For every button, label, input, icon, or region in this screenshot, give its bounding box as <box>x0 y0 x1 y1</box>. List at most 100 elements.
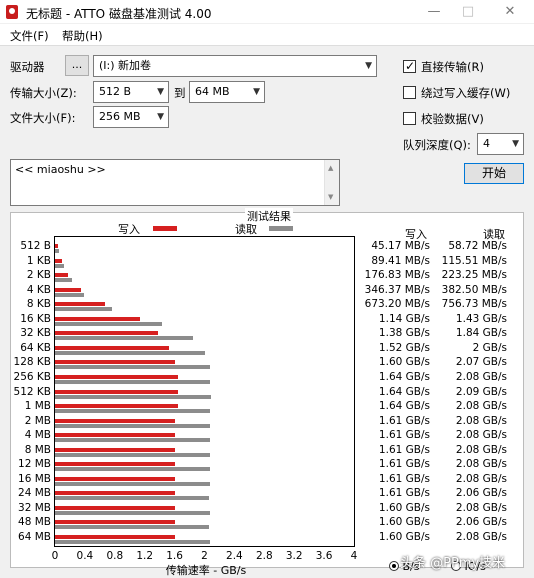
write-value-label: 1.52 GB/s <box>378 341 430 354</box>
read-bar <box>55 510 211 515</box>
window-title: 无标题 - ATTO 磁盘基准测试 4.00 <box>26 7 212 21</box>
write-value-label: 1.61 GB/s <box>378 472 430 485</box>
read-bar <box>55 278 72 283</box>
read-bar <box>55 365 210 370</box>
results-panel: 测试结果 写入 读取 512 B1 KB 2 KB 4 KB 8 KB 16 KB 32 … <box>10 208 524 577</box>
menu-file[interactable]: 文件(F) <box>10 28 49 44</box>
chevron-down-icon: ▼ <box>512 139 519 149</box>
file-size-label: 文件大小(F): <box>10 111 76 125</box>
close-button[interactable]: ✕ <box>490 0 530 24</box>
drive-label: 驱动器 <box>10 60 45 74</box>
write-bar <box>55 535 175 539</box>
transfer-from-select[interactable]: 512 B ▼ <box>93 81 169 103</box>
write-bar <box>55 287 81 292</box>
menu-help[interactable]: 帮助(H) <box>62 28 103 44</box>
description-textarea[interactable]: << miaoshu >> ▲ ▼ <box>10 159 340 206</box>
file-size-select[interactable]: 256 MB ▼ <box>93 106 169 128</box>
read-bar <box>55 379 211 384</box>
y-tick-label: 256 KB <box>13 370 51 383</box>
write-value-label: 1.61 GB/s <box>378 414 430 427</box>
chevron-down-icon: ▼ <box>253 87 260 97</box>
read-bar <box>55 307 112 312</box>
watermark: 头条 @PPmy技米 <box>400 556 506 571</box>
read-value-label: 2.09 GB/s <box>455 385 507 398</box>
chevron-down-icon: ▼ <box>157 87 164 97</box>
read-value-label: 2.08 GB/s <box>455 443 507 456</box>
write-value-label: 1.61 GB/s <box>378 443 430 456</box>
write-value-label: 346.37 MB/s <box>364 283 430 296</box>
description-scrollbar[interactable]: ▲ ▼ <box>324 160 339 205</box>
transfer-from-value: 512 B <box>99 85 132 98</box>
x-axis-title: 传输速率 - GB/s <box>165 564 247 577</box>
drive-select[interactable]: (I:) 新加卷 ▼ <box>93 55 377 77</box>
read-bar <box>55 496 209 501</box>
y-tick-label: 8 KB <box>26 298 51 311</box>
y-tick-label: 512 KB <box>13 385 51 398</box>
write-bar <box>55 404 178 409</box>
read-bar <box>55 394 212 399</box>
scroll-down-icon[interactable]: ▼ <box>328 193 333 201</box>
read-bar <box>55 336 193 341</box>
write-bar <box>55 433 176 438</box>
write-bar <box>55 244 59 248</box>
y-tick-label: 4 MB <box>24 429 51 442</box>
x-tick-label: 2.4 <box>226 550 243 562</box>
write-value-label: 1.61 GB/s <box>378 429 430 442</box>
read-value-label: 2.08 GB/s <box>455 429 507 442</box>
x-tick-label: 0 <box>51 550 59 562</box>
queue-depth-select[interactable]: 4 ▼ <box>477 133 524 155</box>
x-tick-label: 0.4 <box>76 550 94 562</box>
atto-app-icon <box>6 5 18 19</box>
x-tick-label: 3.2 <box>285 550 303 562</box>
read-value-label: 382.50 MB/s <box>441 283 507 296</box>
write-value-label: 1.64 GB/s <box>378 400 430 413</box>
transfer-to-select[interactable]: 64 MB ▼ <box>189 81 265 103</box>
write-value-label: 45.17 MB/s <box>371 240 430 252</box>
write-bar <box>55 316 141 321</box>
read-value-label: 2 GB/s <box>472 341 507 354</box>
read-bar <box>55 540 211 544</box>
y-tick-label: 24 MB <box>18 487 51 500</box>
verify-label: 校验数据(V) <box>421 112 484 126</box>
read-value-label: 2.08 GB/s <box>455 458 507 471</box>
x-tick-label: 2 <box>201 550 208 562</box>
x-tick-label: 4 <box>350 550 358 562</box>
transfer-to-value: 64 MB <box>195 85 230 98</box>
y-tick-label: 128 KB <box>13 356 51 369</box>
read-legend-label: 读取 <box>235 223 257 236</box>
scroll-up-icon[interactable]: ▲ <box>328 164 333 172</box>
y-tick-label: 32 MB <box>18 501 51 514</box>
maximize-button[interactable]: □ <box>448 0 488 24</box>
write-value-label: 1.64 GB/s <box>378 370 430 383</box>
write-value-label: 1.61 GB/s <box>378 487 430 500</box>
read-value-label: 756.73 MB/s <box>441 298 507 311</box>
read-bar <box>55 467 211 472</box>
read-bar <box>55 321 162 326</box>
write-value-label: 1.60 GB/s <box>378 531 430 543</box>
y-tick-label: 1 MB <box>24 400 51 413</box>
y-tick-label: 64 MB <box>18 531 51 543</box>
write-value-label: 1.64 GB/s <box>378 385 430 398</box>
file-size-value: 256 MB <box>99 110 141 123</box>
write-bar <box>55 273 69 278</box>
write-bar <box>55 389 178 394</box>
write-bar <box>55 374 178 379</box>
y-tick-label: 32 KB <box>20 327 51 340</box>
read-value-label: 223.25 MB/s <box>441 269 507 282</box>
start-button[interactable]: 开始 <box>464 163 524 184</box>
y-tick-label: 2 MB <box>24 414 51 427</box>
write-bar <box>55 491 176 496</box>
write-bar <box>55 462 176 467</box>
bar-chart-plot <box>54 236 355 547</box>
read-value-label: 2.06 GB/s <box>455 487 507 500</box>
read-value-label: 2.08 GB/s <box>455 472 507 485</box>
write-value-label: 1.61 GB/s <box>378 458 430 471</box>
browse-button[interactable]: ... <box>65 55 89 76</box>
bypass-cache-label: 绕过写入缓存(W) <box>421 86 511 100</box>
read-legend-swatch <box>269 226 293 231</box>
write-value-label: 1.60 GB/s <box>378 356 430 369</box>
read-bar <box>55 292 84 297</box>
write-value-label: 673.20 MB/s <box>364 298 430 311</box>
transfer-size-label: 传输大小(Z): <box>10 86 77 100</box>
write-bar <box>55 258 62 263</box>
